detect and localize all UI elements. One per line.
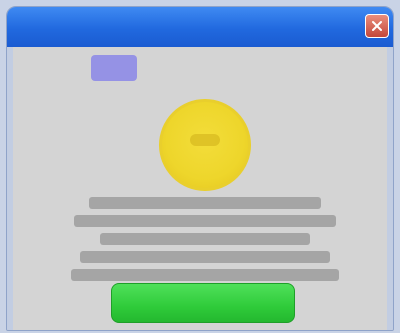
close-button[interactable]	[365, 14, 389, 38]
dialog-window	[6, 6, 394, 331]
message-line	[100, 233, 310, 245]
message-line	[71, 269, 339, 281]
title-bar[interactable]	[7, 7, 393, 48]
window-frame-right	[387, 47, 393, 330]
close-icon	[372, 21, 382, 31]
dialog-content	[13, 47, 387, 330]
coin-icon	[159, 99, 251, 191]
header-badge	[91, 55, 137, 81]
message-line	[74, 215, 336, 227]
message-line	[80, 251, 330, 263]
message-line	[89, 197, 321, 209]
coin-emblem	[190, 134, 220, 146]
message-text-block	[71, 197, 339, 281]
confirm-button[interactable]	[111, 283, 295, 323]
